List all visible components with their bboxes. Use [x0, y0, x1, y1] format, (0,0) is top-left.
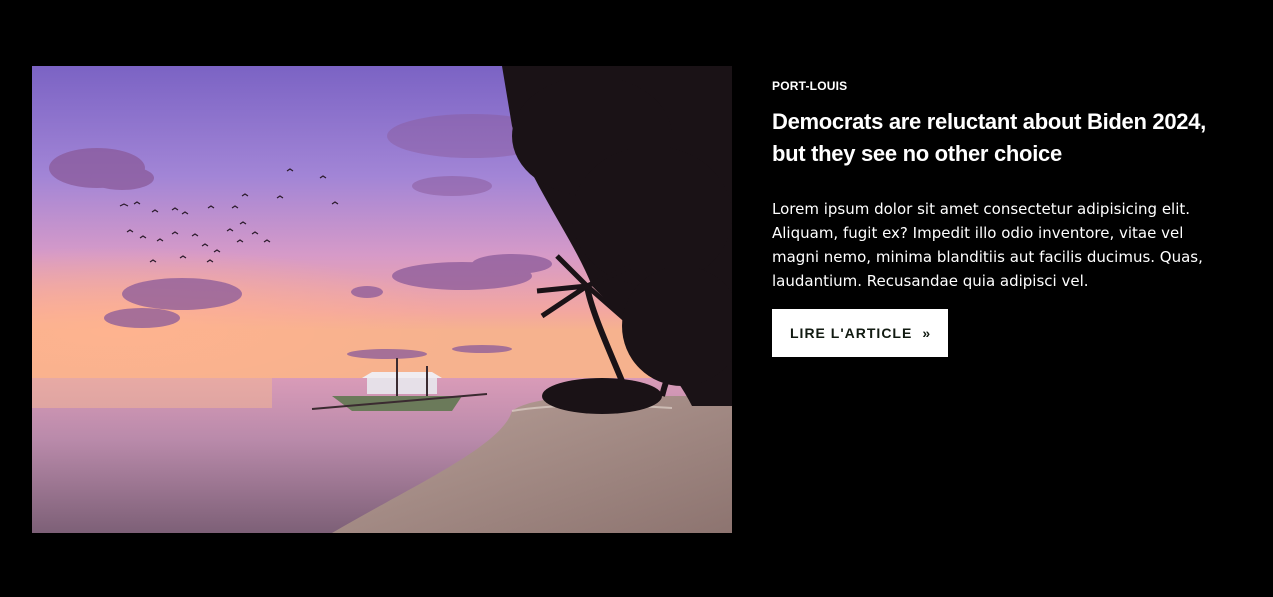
page: PORT-LOUIS Democrats are reluctant about… [0, 0, 1273, 597]
double-chevron-right-icon: » [922, 325, 931, 341]
article-image[interactable] [32, 66, 732, 533]
beach-sunset-illustration [32, 66, 732, 533]
article-headline[interactable]: Democrats are reluctant about Biden 2024… [772, 106, 1232, 170]
read-article-label: LIRE L'ARTICLE [790, 325, 913, 341]
article-location: PORT-LOUIS [772, 79, 848, 93]
read-article-button[interactable]: LIRE L'ARTICLE » [772, 309, 949, 357]
article-excerpt: Lorem ipsum dolor sit amet consectetur a… [772, 200, 1203, 290]
article-summary: PORT-LOUIS Democrats are reluctant about… [772, 66, 1232, 357]
